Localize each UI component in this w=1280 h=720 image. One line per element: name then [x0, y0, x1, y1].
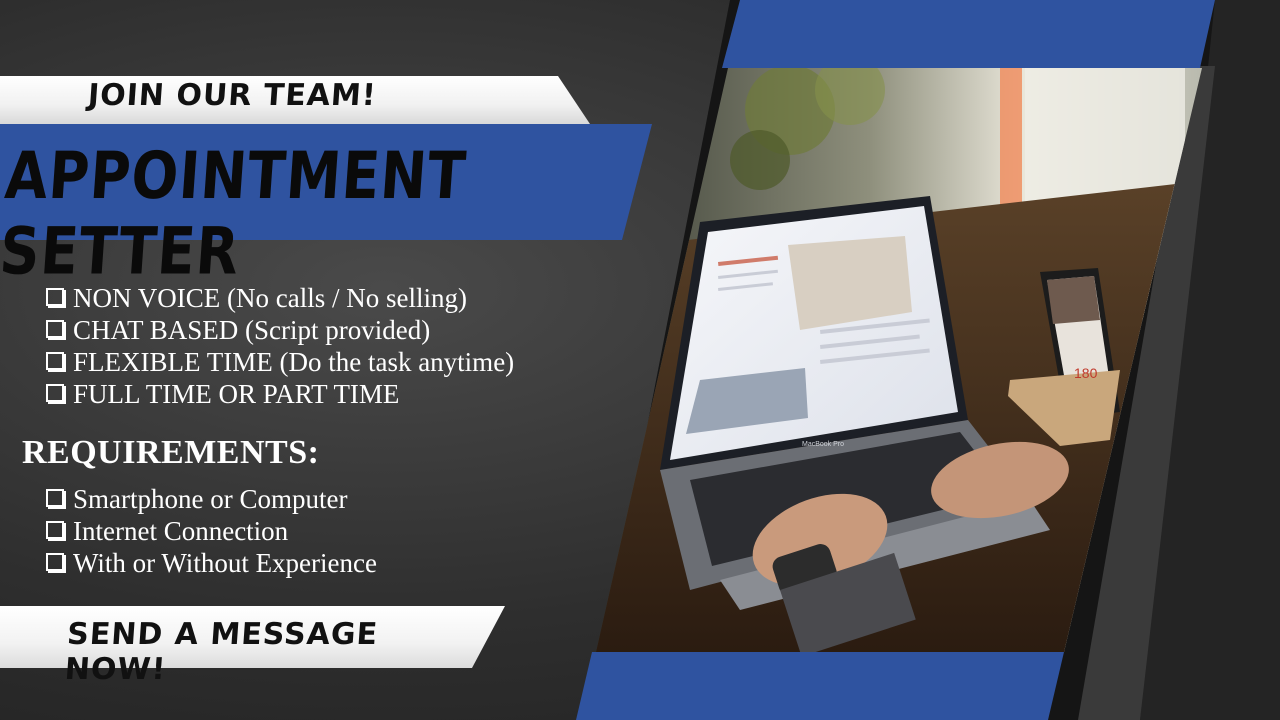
benefit-label: CHAT BASED (Script provided) [73, 315, 431, 345]
send-message-button[interactable]: SEND A MESSAGE NOW! [64, 617, 489, 687]
phone-screen-number: 180 [1074, 365, 1098, 381]
requirements-heading: REQUIREMENTS: [22, 434, 320, 471]
benefit-label: FLEXIBLE TIME (Do the task anytime) [73, 347, 515, 377]
benefit-label: NON VOICE (No calls / No selling) [73, 283, 467, 313]
list-item: Smartphone or Computer [46, 483, 377, 515]
requirements-list: Smartphone or Computer Internet Connecti… [46, 483, 377, 579]
benefit-label: FULL TIME OR PART TIME [73, 379, 400, 409]
list-item: FLEXIBLE TIME (Do the task anytime) [46, 346, 514, 378]
laptop-brand-label: MacBook Pro [802, 441, 844, 448]
list-item: FULL TIME OR PART TIME [46, 378, 514, 410]
checkbox-icon [46, 553, 64, 571]
list-item: NON VOICE (No calls / No selling) [46, 282, 514, 314]
list-item: Internet Connection [46, 515, 377, 547]
requirement-label: Internet Connection [73, 516, 289, 546]
requirement-label: With or Without Experience [73, 548, 377, 578]
checkbox-icon [46, 288, 64, 306]
kicker-text: JOIN OUR TEAM! [86, 78, 378, 113]
checkbox-icon [46, 384, 64, 402]
checkbox-icon [46, 489, 64, 507]
checkbox-icon [46, 352, 64, 370]
checkbox-icon [46, 320, 64, 338]
list-item: CHAT BASED (Script provided) [46, 314, 514, 346]
checkbox-icon [46, 521, 64, 539]
benefits-list: NON VOICE (No calls / No selling) CHAT B… [46, 282, 514, 410]
top-blue-bar [722, 0, 1215, 68]
page-title: APPOINTMENT SETTER [0, 138, 469, 290]
list-item: With or Without Experience [46, 547, 377, 579]
requirement-label: Smartphone or Computer [73, 484, 348, 514]
bottom-blue-bar [576, 652, 1064, 720]
